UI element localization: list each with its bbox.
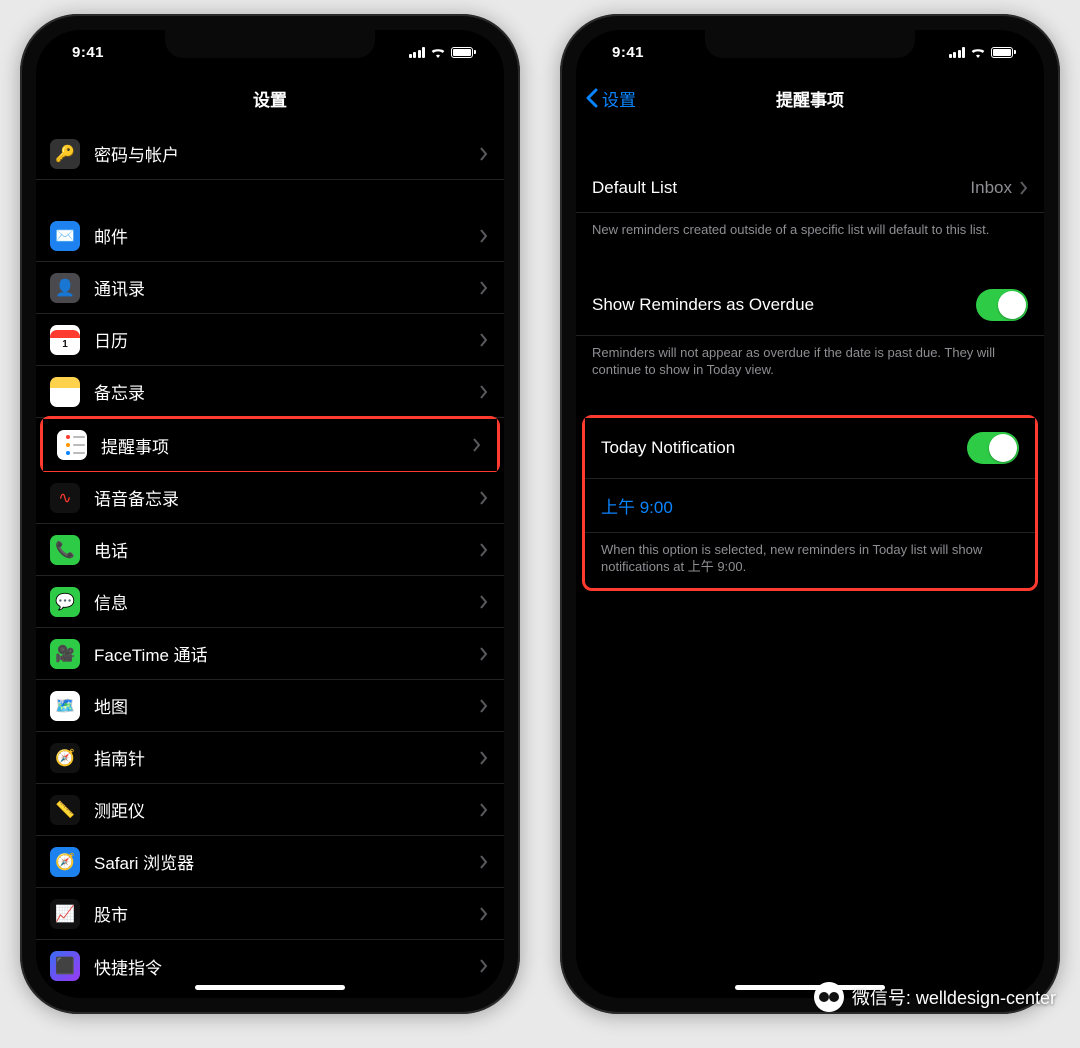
signal-icon: [949, 47, 966, 58]
row-stocks[interactable]: 📈 股市: [36, 888, 504, 940]
chevron-right-icon: [480, 147, 488, 161]
today-notification-time[interactable]: 上午 9:00: [585, 479, 1035, 533]
row-maps[interactable]: 🗺️ 地图: [36, 680, 504, 732]
toggle-today-notification[interactable]: [967, 432, 1019, 464]
chevron-right-icon: [480, 751, 488, 765]
signal-icon: [409, 47, 426, 58]
wechat-icon: [814, 982, 844, 1012]
maps-icon: 🗺️: [50, 691, 80, 721]
watermark: 微信号: welldesign-center: [814, 982, 1056, 1012]
chevron-right-icon: [480, 803, 488, 817]
chevron-right-icon: [480, 699, 488, 713]
chevron-right-icon: [480, 647, 488, 661]
chevron-right-icon: [480, 333, 488, 347]
chevron-right-icon: [480, 907, 488, 921]
row-facetime[interactable]: 🎥 FaceTime 通话: [36, 628, 504, 680]
wifi-icon: [430, 46, 446, 58]
row-passwords[interactable]: 🔑 密码与帐户: [36, 128, 504, 180]
row-contacts[interactable]: 👤 通讯录: [36, 262, 504, 314]
chevron-right-icon: [480, 959, 488, 973]
row-notes[interactable]: 备忘录: [36, 366, 504, 418]
back-button[interactable]: 设置: [586, 86, 636, 111]
shortcuts-icon: ⬛: [50, 951, 80, 981]
battery-icon: [451, 47, 476, 58]
home-indicator[interactable]: [195, 985, 345, 990]
wifi-icon: [970, 46, 986, 58]
highlight-reminders-row: 提醒事项: [40, 416, 500, 474]
row-phone[interactable]: 📞 电话: [36, 524, 504, 576]
chevron-right-icon: [480, 229, 488, 243]
key-icon: 🔑: [50, 139, 80, 169]
cell-default-list[interactable]: Default List Inbox: [576, 164, 1044, 213]
calendar-icon: 1: [50, 325, 80, 355]
facetime-icon: 🎥: [50, 639, 80, 669]
row-reminders[interactable]: 提醒事项: [43, 419, 497, 471]
phone-icon: 📞: [50, 535, 80, 565]
status-icons: [949, 46, 1017, 58]
today-notification-footer: When this option is selected, new remind…: [585, 533, 1035, 578]
nav-bar: 设置 提醒事项: [576, 74, 1044, 122]
reminders-icon: [57, 430, 87, 460]
chevron-right-icon: [480, 595, 488, 609]
voice-memos-icon: ∿: [50, 483, 80, 513]
default-list-value: Inbox: [970, 178, 1012, 198]
row-voice-memos[interactable]: ∿ 语音备忘录: [36, 472, 504, 524]
watermark-text: 微信号: welldesign-center: [852, 984, 1056, 1010]
row-calendar[interactable]: 1 日历: [36, 314, 504, 366]
phone-left: 9:41 设置 🔑 密码与帐户 ✉️ 邮: [20, 14, 520, 1014]
compass-icon: 🧭: [50, 743, 80, 773]
highlight-today-notification: Today Notification 上午 9:00 When this opt…: [582, 415, 1038, 591]
row-compass[interactable]: 🧭 指南针: [36, 732, 504, 784]
measure-icon: 📏: [50, 795, 80, 825]
chevron-right-icon: [1020, 181, 1028, 195]
nav-bar: 设置: [36, 74, 504, 122]
page-title: 设置: [253, 86, 287, 111]
mail-icon: ✉️: [50, 221, 80, 251]
row-messages[interactable]: 💬 信息: [36, 576, 504, 628]
reminders-settings[interactable]: Default List Inbox New reminders created…: [576, 122, 1044, 998]
cell-show-overdue[interactable]: Show Reminders as Overdue: [576, 275, 1044, 336]
battery-icon: [991, 47, 1016, 58]
messages-icon: 💬: [50, 587, 80, 617]
chevron-right-icon: [473, 438, 481, 452]
row-measure[interactable]: 📏 测距仪: [36, 784, 504, 836]
chevron-right-icon: [480, 385, 488, 399]
status-time: 9:41: [612, 44, 644, 61]
phone-right: 9:41 设置 提醒事项 Default List Inbox: [560, 14, 1060, 1014]
settings-list[interactable]: 🔑 密码与帐户 ✉️ 邮件 👤 通讯录 1 日历: [36, 122, 504, 998]
stocks-icon: 📈: [50, 899, 80, 929]
overdue-footer: Reminders will not appear as overdue if …: [576, 336, 1044, 379]
notes-icon: [50, 377, 80, 407]
safari-icon: 🧭: [50, 847, 80, 877]
page-title: 提醒事项: [776, 86, 844, 111]
toggle-overdue[interactable]: [976, 289, 1028, 321]
chevron-right-icon: [480, 543, 488, 557]
cell-today-notification[interactable]: Today Notification: [585, 418, 1035, 479]
chevron-right-icon: [480, 491, 488, 505]
notch: [165, 30, 375, 58]
status-time: 9:41: [72, 44, 104, 61]
row-safari[interactable]: 🧭 Safari 浏览器: [36, 836, 504, 888]
chevron-right-icon: [480, 281, 488, 295]
contacts-icon: 👤: [50, 273, 80, 303]
row-mail[interactable]: ✉️ 邮件: [36, 210, 504, 262]
chevron-right-icon: [480, 855, 488, 869]
default-list-footer: New reminders created outside of a speci…: [576, 213, 1044, 239]
back-label: 设置: [602, 86, 636, 111]
notch: [705, 30, 915, 58]
status-icons: [409, 46, 477, 58]
